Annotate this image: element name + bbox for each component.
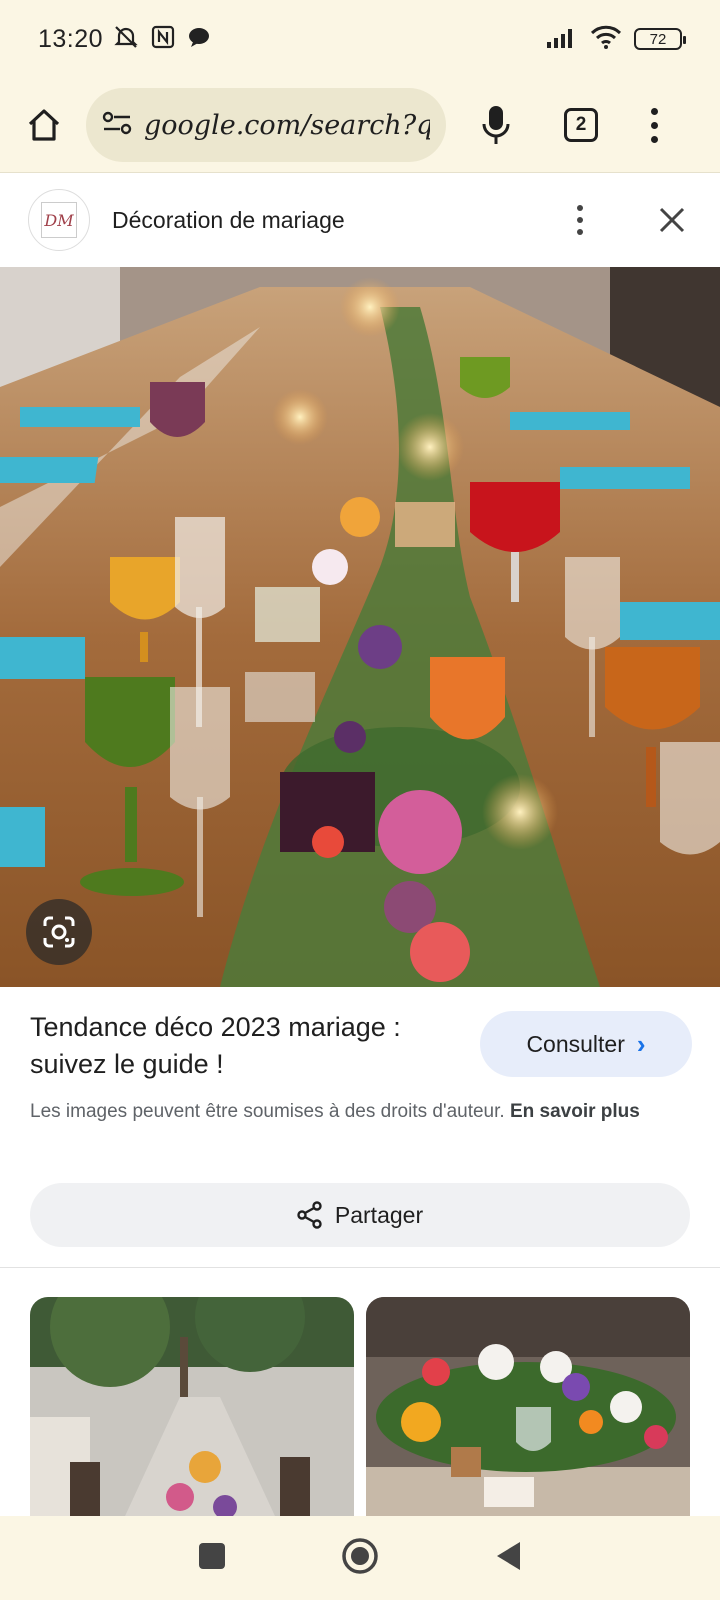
learn-more-link[interactable]: En savoir plus xyxy=(510,1101,640,1122)
mute-icon xyxy=(113,24,139,55)
lens-icon xyxy=(43,916,75,948)
visit-button[interactable]: Consulter › xyxy=(480,1011,692,1077)
divider xyxy=(0,1267,720,1268)
source-header: DM Décoration de mariage xyxy=(0,173,720,267)
tab-switcher-button[interactable]: 2 xyxy=(564,108,598,142)
site-settings-icon[interactable] xyxy=(102,110,132,141)
source-logo[interactable]: DM xyxy=(28,189,90,251)
wedding-table-photo xyxy=(0,267,720,987)
source-logo-text: DM xyxy=(41,202,77,238)
browser-toolbar: google.com/search?q= 2 xyxy=(0,78,720,172)
copyright-text: Les images peuvent être soumises à des d… xyxy=(30,1101,505,1122)
recent-apps-button[interactable] xyxy=(198,1542,226,1575)
status-time: 13:20 xyxy=(38,24,104,53)
result-info: Tendance déco 2023 mariage : suivez le g… xyxy=(0,987,720,1183)
nfc-icon xyxy=(151,25,175,54)
back-triangle-icon xyxy=(497,1541,521,1570)
close-button[interactable] xyxy=(652,200,692,240)
chevron-right-icon: › xyxy=(636,1028,646,1059)
status-icons-left xyxy=(113,24,211,55)
more-options-icon[interactable] xyxy=(570,200,590,240)
google-lens-button[interactable] xyxy=(26,899,92,965)
floral-centerpiece-photo xyxy=(366,1297,690,1516)
battery-level: 72 xyxy=(649,30,667,48)
visit-label: Consulter xyxy=(526,1030,625,1057)
share-icon xyxy=(297,1201,322,1229)
status-bar: 13:20 72 xyxy=(0,0,720,78)
voice-search-button[interactable] xyxy=(476,101,516,149)
tab-count: 2 xyxy=(575,114,587,135)
back-button[interactable] xyxy=(494,1540,522,1577)
close-icon xyxy=(659,207,685,233)
battery-icon: 72 xyxy=(634,28,686,50)
related-image-thumbnail[interactable] xyxy=(30,1297,354,1516)
microphone-icon xyxy=(482,106,510,144)
wifi-icon xyxy=(590,25,622,54)
result-title[interactable]: Tendance déco 2023 mariage : suivez le g… xyxy=(30,1009,450,1083)
home-icon xyxy=(28,109,60,141)
square-icon xyxy=(198,1542,225,1569)
copyright-notice: Les images peuvent être soumises à des d… xyxy=(30,1097,690,1126)
home-button[interactable] xyxy=(20,101,68,149)
circle-icon xyxy=(342,1537,378,1574)
overflow-menu-icon[interactable] xyxy=(644,101,664,149)
main-image[interactable] xyxy=(0,267,720,987)
source-title[interactable]: Décoration de mariage xyxy=(112,207,345,234)
status-icons-right: 72 xyxy=(546,25,686,54)
share-label: Partager xyxy=(334,1201,424,1228)
image-detail-sheet: DM Décoration de mariage Tendance déco 2… xyxy=(0,172,720,1516)
chat-bubble-icon xyxy=(187,26,211,53)
url-text[interactable]: google.com/search?q= xyxy=(144,110,430,141)
share-button[interactable]: Partager xyxy=(30,1183,690,1247)
signal-icon xyxy=(546,26,578,53)
system-navigation-bar xyxy=(0,1516,720,1600)
related-image-thumbnail[interactable] xyxy=(366,1297,690,1516)
url-bar[interactable]: google.com/search?q= xyxy=(86,88,446,162)
home-nav-button[interactable] xyxy=(341,1537,379,1580)
outdoor-banquet-photo xyxy=(30,1297,354,1516)
